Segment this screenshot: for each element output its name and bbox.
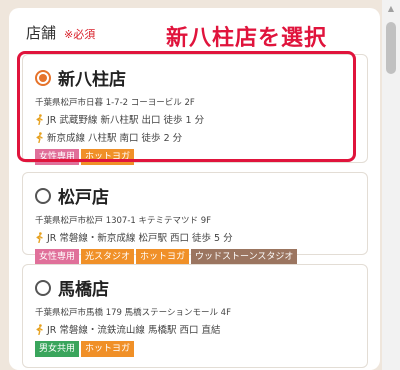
tag-woodstone-studio: ウッドストーンスタジオ [191,249,298,265]
store-option-shinyahashira[interactable]: 新八柱店 千葉県松戸市日暮 1-7-2 コーヨービル 2F JR 武蔵野線 新八… [17,51,368,165]
store-name: 馬橋店 [58,280,109,300]
tag-hot-yoga: ホットヨガ [81,341,135,357]
tag-women-only: 女性専用 [35,249,80,265]
walking-person-icon [36,131,43,143]
tag-light-studio: 光スタジオ [81,249,135,265]
store-option-mabashi[interactable]: 馬橋店 千葉県松戸市馬橋 179 馬橋ステーションモール 4F JR 常磐線・流… [22,264,368,368]
tag-women-only: 女性専用 [35,149,80,165]
access-text: 新京成線 八柱駅 南口 徒歩 2 分 [47,133,183,144]
access-text: JR 武蔵野線 新八柱駅 出口 徒歩 1 分 [47,115,205,126]
store-address: 千葉県松戸市馬橋 179 馬橋ステーションモール 4F [35,308,231,318]
store-tags: 女性専用 光スタジオ ホットヨガ ウッドストーンスタジオ [35,249,359,265]
annotation-callout: 新八柱店を選択 [166,26,328,51]
store-list: 新八柱店 千葉県松戸市日暮 1-7-2 コーヨービル 2F JR 武蔵野線 新八… [17,51,368,370]
store-radio-selected[interactable] [35,69,51,86]
store-radio[interactable] [35,279,51,296]
walking-person-icon [36,323,43,335]
store-tags: 男女共用 ホットヨガ [35,341,359,357]
store-address: 千葉県松戸市日暮 1-7-2 コーヨービル 2F [35,98,195,108]
access-text: JR 常磐線・新京成線 松戸駅 西口 徒歩 5 分 [47,233,233,244]
store-access-line: JR 武蔵野線 新八柱駅 出口 徒歩 1 分 [35,112,359,126]
tag-unisex: 男女共用 [35,341,80,357]
store-address: 千葉県松戸市松戸 1307-1 キテミテマツド 9F [35,216,212,226]
chevron-up-icon[interactable]: ▲ [382,0,400,16]
tag-hot-yoga: ホットヨガ [136,249,190,265]
scrollbar-thumb[interactable] [386,22,396,74]
store-field-label: 店舗 [26,24,57,42]
store-field-header: 店舗 ※必須 [26,22,95,43]
store-tags: 女性専用 ホットヨガ [35,149,359,165]
store-access-line: JR 常磐線・新京成線 松戸駅 西口 徒歩 5 分 [35,230,359,244]
access-text: JR 常磐線・流鉄流山線 馬橋駅 西口 直結 [47,325,221,336]
store-selection-panel: 店舗 ※必須 新八柱店を選択 新八柱店 千葉県松戸市日暮 1-7-2 コーヨービ… [9,8,380,370]
walking-person-icon [36,113,43,125]
store-radio[interactable] [35,187,51,204]
store-name: 新八柱店 [58,70,126,90]
tag-hot-yoga: ホットヨガ [81,149,135,165]
vertical-scrollbar[interactable]: ▲ [382,0,400,370]
store-access-line: 新京成線 八柱駅 南口 徒歩 2 分 [35,130,359,144]
store-access-line: JR 常磐線・流鉄流山線 馬橋駅 西口 直結 [35,322,359,336]
walking-person-icon [36,231,43,243]
store-name: 松戸店 [58,188,109,208]
required-mark: ※必須 [64,28,96,41]
store-option-matsudo[interactable]: 松戸店 千葉県松戸市松戸 1307-1 キテミテマツド 9F JR 常磐線・新京… [22,172,368,265]
